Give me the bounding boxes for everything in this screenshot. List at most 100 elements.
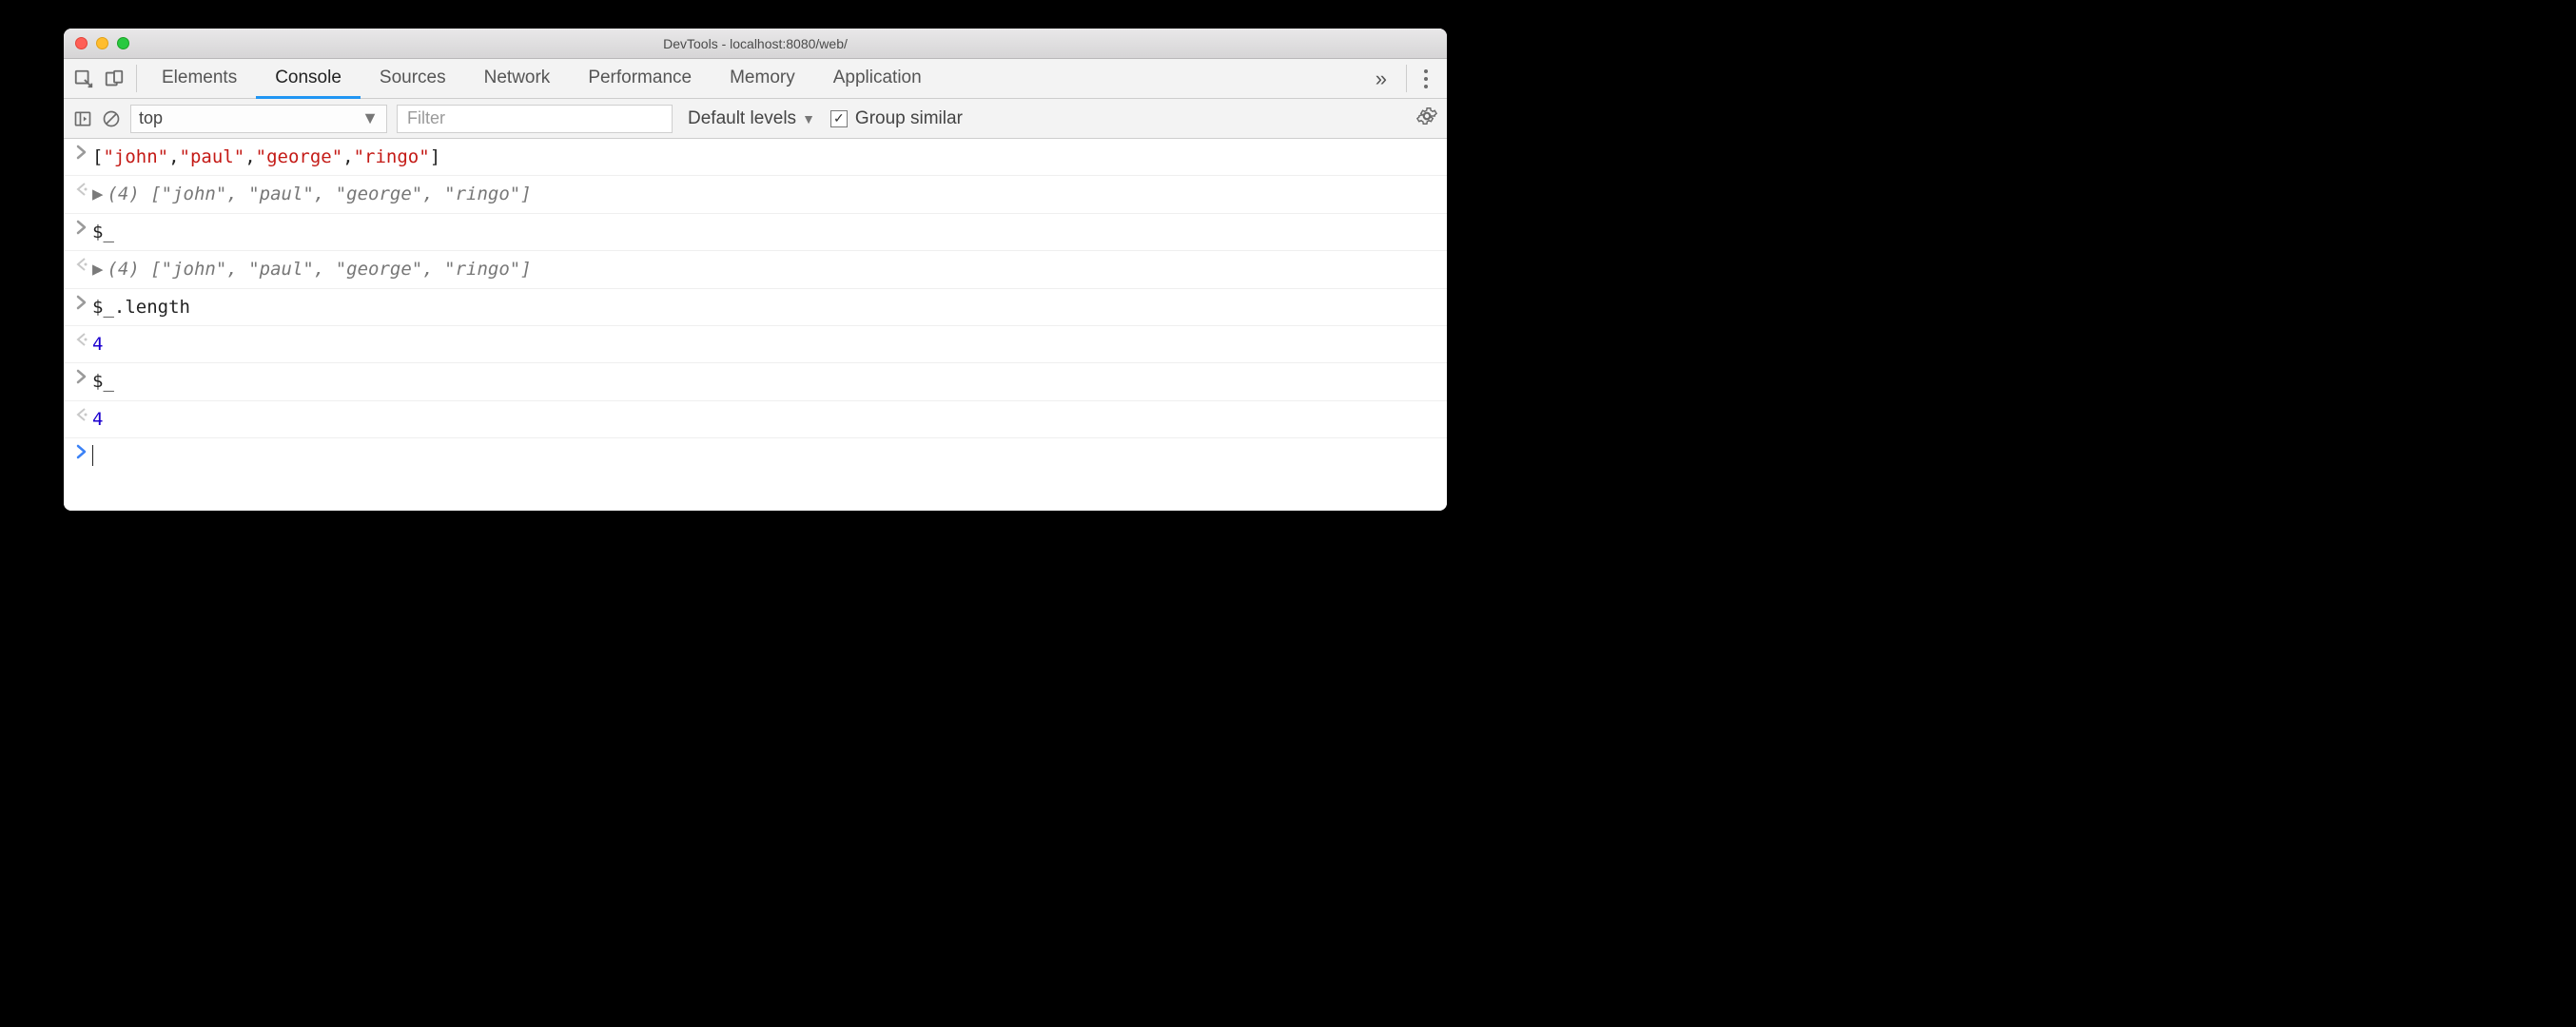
- token: (4): [107, 184, 150, 204]
- token: ,: [226, 184, 248, 204]
- tab-sources[interactable]: Sources: [361, 59, 465, 99]
- context-selector-value: top: [139, 108, 163, 128]
- console-input-line: $_.length: [92, 293, 1439, 321]
- token: "paul": [180, 146, 245, 167]
- divider: [1406, 65, 1407, 92]
- expand-triangle-icon[interactable]: ▶: [92, 259, 107, 280]
- group-similar-checkbox[interactable]: ✓ Group similar: [830, 108, 963, 129]
- console-output-line: ▶(4) ["john", "paul", "george", "ringo"]: [92, 180, 1439, 208]
- console-output[interactable]: ["john","paul","george","ringo"]▶(4) ["j…: [64, 139, 1447, 511]
- window-maximize-button[interactable]: [117, 37, 129, 49]
- tab-memory[interactable]: Memory: [711, 59, 814, 99]
- console-row: ▶(4) ["john", "paul", "george", "ringo"]: [64, 176, 1447, 213]
- tab-console[interactable]: Console: [256, 59, 361, 99]
- toggle-sidebar-icon[interactable]: [73, 109, 92, 128]
- console-input-line: $_: [92, 367, 1439, 396]
- token: ,: [168, 146, 179, 167]
- token: $_: [92, 371, 114, 392]
- checkbox-icon: ✓: [830, 110, 848, 127]
- divider: [136, 65, 137, 92]
- console-row: 4: [64, 401, 1447, 438]
- token: 4: [92, 334, 103, 355]
- token: [: [92, 146, 103, 167]
- result-arrow-icon: [71, 405, 92, 422]
- window-close-button[interactable]: [75, 37, 88, 49]
- token: ,: [342, 146, 353, 167]
- tab-network[interactable]: Network: [465, 59, 570, 99]
- window-minimize-button[interactable]: [96, 37, 108, 49]
- token: [: [150, 184, 161, 204]
- token: ,: [244, 146, 255, 167]
- tab-label: Network: [484, 68, 551, 88]
- tab-label: Performance: [588, 68, 692, 88]
- token: ,: [226, 259, 248, 280]
- tab-label: Memory: [730, 68, 795, 88]
- tab-label: Console: [275, 68, 342, 88]
- log-levels-selector[interactable]: Default levels ▼: [682, 108, 821, 129]
- tab-application[interactable]: Application: [814, 59, 941, 99]
- console-output-line: 4: [92, 405, 1439, 434]
- token: "john": [162, 259, 227, 280]
- traffic-lights: [64, 37, 129, 49]
- token: ,: [314, 184, 336, 204]
- token: ,: [422, 184, 444, 204]
- dropdown-caret-icon: ▼: [802, 111, 815, 126]
- console-output-line: 4: [92, 330, 1439, 358]
- console-settings-icon[interactable]: [1416, 106, 1437, 126]
- tab-label: Sources: [380, 68, 446, 88]
- device-toolbar-icon[interactable]: [104, 68, 125, 89]
- prompt-chevron-icon: [71, 293, 92, 310]
- more-tabs-icon[interactable]: »: [1362, 67, 1400, 91]
- settings-menu-icon[interactable]: [1413, 69, 1439, 88]
- token: ]: [520, 259, 531, 280]
- token: "george": [336, 259, 423, 280]
- console-input-line[interactable]: [92, 442, 1439, 471]
- console-row: $_.length: [64, 289, 1447, 326]
- console-toolbar: top ▼ Default levels ▼ ✓ Group similar: [64, 99, 1447, 139]
- console-row: $_: [64, 363, 1447, 400]
- token: "john": [162, 184, 227, 204]
- token: [: [150, 259, 161, 280]
- dropdown-caret-icon: ▼: [361, 108, 379, 128]
- context-selector[interactable]: top ▼: [130, 105, 387, 133]
- token: "paul": [248, 184, 314, 204]
- titlebar: DevTools - localhost:8080/web/: [64, 29, 1447, 59]
- token: 4: [92, 409, 103, 430]
- log-levels-label: Default levels: [688, 108, 796, 129]
- token: ]: [430, 146, 440, 167]
- devtools-tabs: Elements Console Sources Network Performance…: [64, 59, 1447, 99]
- tab-elements[interactable]: Elements: [143, 59, 256, 99]
- console-input-line: $_: [92, 218, 1439, 246]
- result-arrow-icon: [71, 180, 92, 197]
- group-similar-label: Group similar: [855, 108, 963, 129]
- token: (4): [107, 259, 150, 280]
- token: ]: [520, 184, 531, 204]
- token: "ringo": [354, 146, 430, 167]
- expand-triangle-icon[interactable]: ▶: [92, 184, 107, 204]
- text-caret: [92, 445, 93, 466]
- console-row: [64, 438, 1447, 475]
- token: "george": [256, 146, 343, 167]
- token: "george": [336, 184, 423, 204]
- prompt-chevron-icon: [71, 442, 92, 459]
- clear-console-icon[interactable]: [102, 109, 121, 128]
- console-row: 4: [64, 326, 1447, 363]
- token: "ringo": [444, 259, 520, 280]
- console-output-line: ▶(4) ["john", "paul", "george", "ringo"]: [92, 255, 1439, 283]
- console-row: ▶(4) ["john", "paul", "george", "ringo"]: [64, 251, 1447, 288]
- tab-label: Application: [833, 68, 922, 88]
- token: "ringo": [444, 184, 520, 204]
- token: $_: [92, 222, 114, 242]
- prompt-chevron-icon: [71, 143, 92, 160]
- tab-performance[interactable]: Performance: [569, 59, 711, 99]
- tab-label: Elements: [162, 68, 237, 88]
- console-row: $_: [64, 214, 1447, 251]
- token: ,: [314, 259, 336, 280]
- inspect-element-icon[interactable]: [73, 68, 94, 89]
- result-arrow-icon: [71, 255, 92, 272]
- filter-input[interactable]: [397, 105, 673, 133]
- prompt-chevron-icon: [71, 218, 92, 235]
- prompt-chevron-icon: [71, 367, 92, 384]
- devtools-window: DevTools - localhost:8080/web/ Elements C…: [64, 29, 1447, 511]
- window-title: DevTools - localhost:8080/web/: [64, 36, 1447, 51]
